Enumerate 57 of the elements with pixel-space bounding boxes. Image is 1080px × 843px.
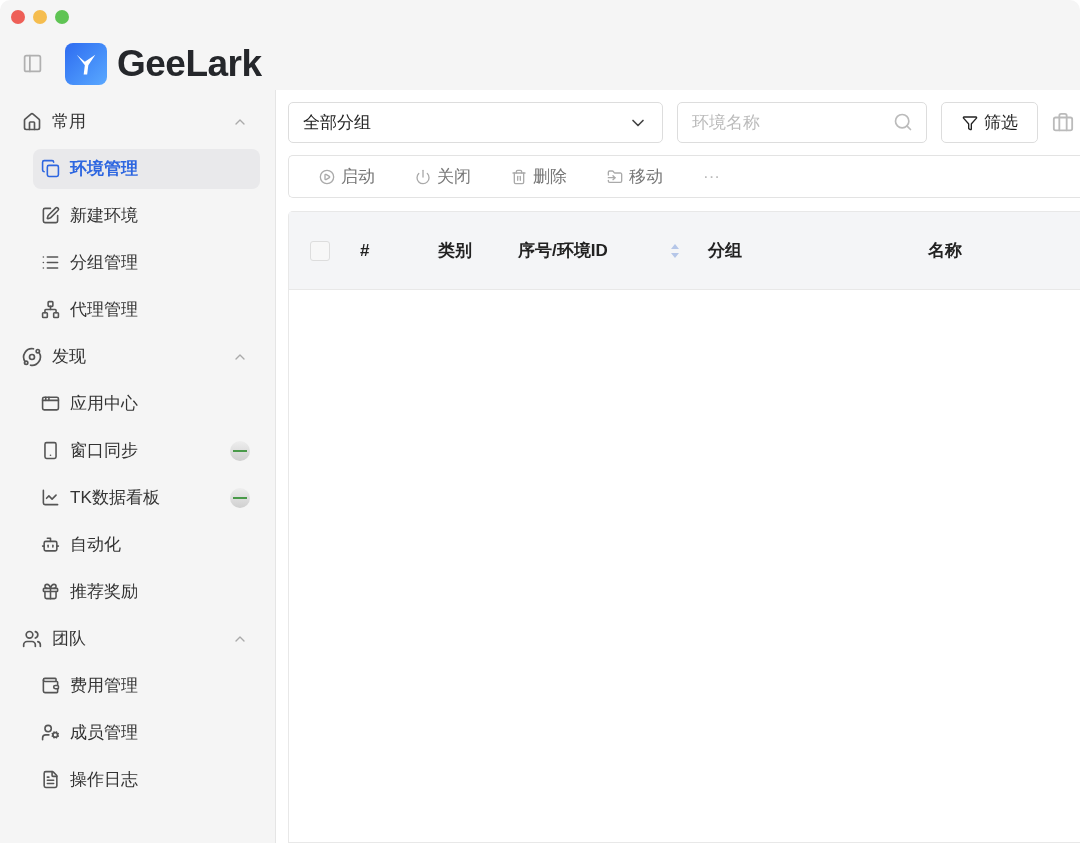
sidebar-item[interactable]: 应用中心 [33, 383, 260, 424]
list-icon [41, 253, 60, 272]
search-icon [893, 112, 913, 132]
column-header: 分组 [708, 239, 742, 262]
house-icon [22, 111, 42, 132]
filter-icon [961, 114, 978, 131]
minimize-window-button[interactable] [33, 10, 47, 24]
user-icon [41, 723, 60, 742]
select-all-checkbox[interactable] [310, 240, 330, 261]
sidebar-item[interactable]: 分组管理 [33, 242, 260, 283]
sidebar-item[interactable]: 费用管理 [33, 665, 260, 706]
phone-icon [41, 441, 60, 460]
close-window-button[interactable] [11, 10, 25, 24]
sidebar-section-header[interactable]: 团队 [22, 615, 260, 662]
sidebar-item[interactable]: 成员管理 [33, 712, 260, 753]
play-icon [319, 168, 335, 185]
search-field[interactable]: 环境名称 [677, 102, 927, 143]
column-header: 名称 [928, 239, 962, 262]
sidebar-item[interactable]: 代理管理 [33, 289, 260, 330]
maximize-window-button[interactable] [55, 10, 69, 24]
toolbar-action-button[interactable]: 删除 [511, 163, 567, 190]
sidebar-section-header[interactable]: 常用 [22, 98, 260, 145]
briefcase-icon[interactable] [1052, 111, 1074, 134]
sidebar-item[interactable]: 环境管理 [33, 148, 260, 189]
toolbar-action-button[interactable]: 启动 [319, 163, 375, 190]
sidebar-item[interactable]: 自动化 [33, 524, 260, 565]
gift-icon [41, 582, 60, 601]
column-header: 类别 [438, 239, 472, 262]
group-select[interactable]: 全部分组 [288, 102, 663, 143]
sidebar-item[interactable]: 操作日志 [33, 759, 260, 800]
folder-icon [607, 168, 623, 185]
power-icon [415, 168, 431, 185]
sidebar-item[interactable]: 新建环境 [33, 195, 260, 236]
sidebar-section-header[interactable]: 发现 [22, 333, 260, 380]
app-icon [41, 394, 60, 413]
edit-icon [41, 206, 60, 225]
toolbar-action-button[interactable]: 关闭 [415, 163, 471, 190]
sidebar-toggle-icon[interactable] [22, 53, 43, 75]
wallet-icon [41, 676, 60, 695]
chart-icon [41, 488, 60, 507]
column-header: # [360, 239, 370, 262]
document-icon [41, 770, 60, 789]
column-header: 序号/环境ID [518, 239, 608, 262]
logo-icon [65, 42, 107, 85]
sidebar-item[interactable]: TK数据看板 [33, 477, 260, 518]
toolbar-action-button[interactable]: 移动 [607, 163, 663, 190]
trash-icon [511, 168, 527, 185]
app-logo-text: GeeLark [117, 42, 262, 86]
copy-icon [41, 159, 60, 178]
sidebar-item[interactable]: 窗口同步 [33, 430, 260, 471]
filter-button[interactable]: 筛选 [941, 102, 1038, 143]
planet-icon [22, 346, 42, 367]
network-icon [41, 300, 60, 319]
sidebar-item[interactable]: 推荐奖励 [33, 571, 260, 612]
robot-icon [41, 535, 60, 554]
sort-icon[interactable] [670, 242, 680, 259]
people-icon [22, 628, 42, 649]
